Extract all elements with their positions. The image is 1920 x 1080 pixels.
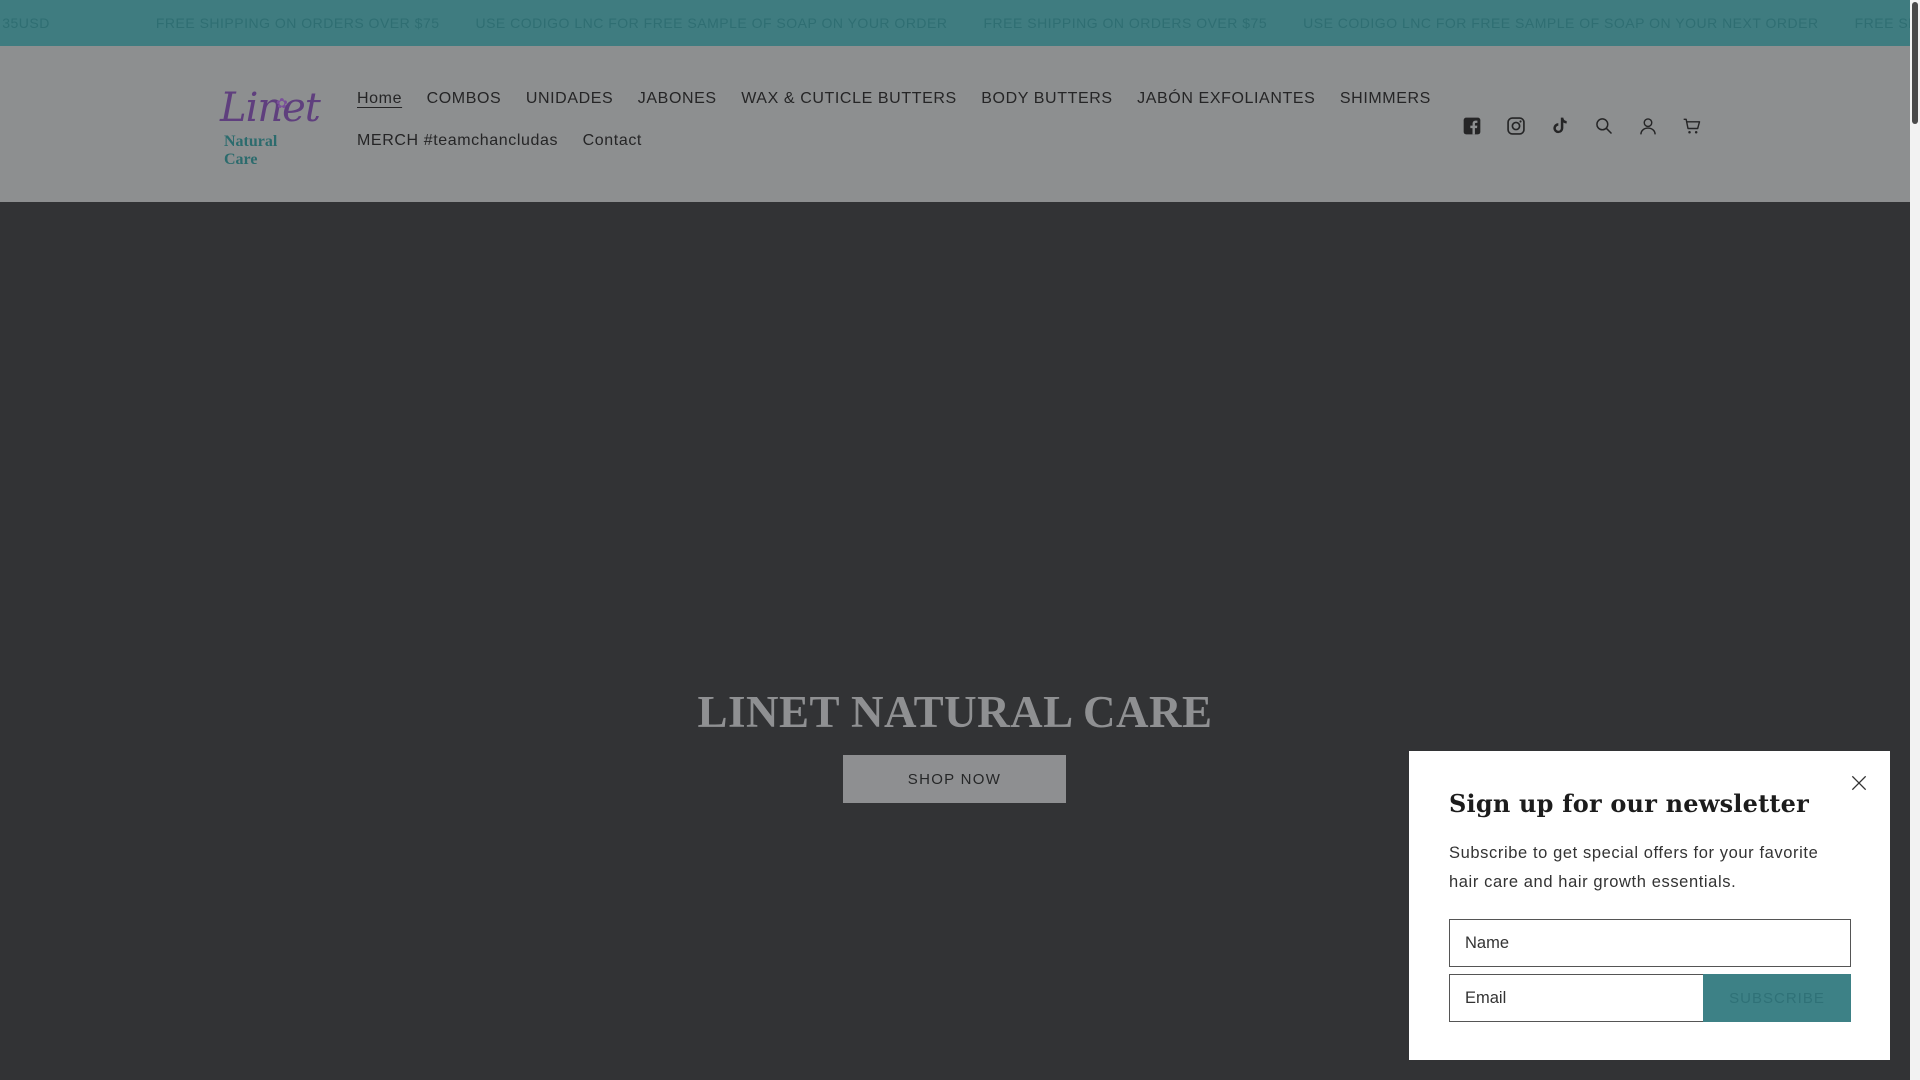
nav-jabon-exfoliantes[interactable]: JABÓN EXFOLIANTES (1137, 90, 1315, 108)
nav-row-1: Home COMBOS UNIDADES JABONES WAX & CUTIC… (357, 90, 1455, 108)
announcement-bar: S 35USD FREE SHIPPING ON ORDERS OVER $75… (0, 0, 1910, 46)
header-icons (1460, 114, 1724, 138)
nav-contact[interactable]: Contact (583, 132, 642, 150)
close-icon[interactable] (1847, 771, 1871, 795)
account-icon[interactable] (1636, 114, 1660, 138)
cart-icon[interactable] (1680, 114, 1704, 138)
nav-combos[interactable]: COMBOS (427, 90, 502, 108)
popup-title: Sign up for our newsletter (1449, 789, 1809, 818)
announcement-item: USE CODIGO LNC FOR FREE SAMPLE OF SOAP O… (1303, 15, 1819, 31)
site-header: Linet ✿ Natural Care Home COMBOS UNIDADE… (0, 46, 1910, 202)
logo-script: Linet (220, 85, 321, 131)
scrollbar-thumb[interactable] (1912, 2, 1918, 124)
email-input[interactable] (1465, 988, 1703, 1008)
nav-home[interactable]: Home (357, 90, 402, 108)
announcement-track: S 35USD FREE SHIPPING ON ORDERS OVER $75… (0, 0, 1910, 46)
hero-title: LINET NATURAL CARE (697, 687, 1213, 737)
nav-body-butters[interactable]: BODY BUTTERS (981, 90, 1112, 108)
nav-row-2: MERCH #teamchancludas Contact (357, 132, 666, 150)
shop-now-button[interactable]: SHOP NOW (843, 755, 1066, 803)
announcement-item: FREE SHIPPING ON ORDERS OVER $75 (1854, 15, 1910, 31)
subscribe-button[interactable]: SUBSCRIBE (1703, 974, 1851, 1022)
site-logo[interactable]: Linet ✿ Natural Care (212, 85, 321, 168)
announcement-item: S 35USD (0, 15, 50, 31)
tiktok-icon[interactable] (1548, 114, 1572, 138)
logo-subtitle: Natural Care (224, 133, 278, 168)
name-input[interactable] (1465, 933, 1850, 953)
announcement-item: FREE SHIPPING ON ORDERS OVER $75 (155, 15, 440, 31)
instagram-icon[interactable] (1504, 114, 1528, 138)
popup-description: Subscribe to get special offers for your… (1449, 844, 1819, 891)
name-field[interactable] (1449, 919, 1851, 967)
page-scrollbar[interactable] (1910, 0, 1920, 1080)
nav-jabones[interactable]: JABONES (638, 90, 717, 108)
nav-merch[interactable]: MERCH #teamchancludas (357, 132, 558, 150)
announcement-item: FREE SHIPPING ON ORDERS OVER $75 (983, 15, 1268, 31)
facebook-icon[interactable] (1460, 114, 1484, 138)
nav-shimmers[interactable]: SHIMMERS (1340, 90, 1431, 108)
nav-unidades[interactable]: UNIDADES (526, 90, 613, 108)
flower-icon: ✿ (276, 95, 288, 111)
newsletter-popup: Sign up for our newsletter Subscribe to … (1409, 751, 1890, 1060)
search-icon[interactable] (1592, 114, 1616, 138)
email-field[interactable] (1449, 974, 1704, 1022)
announcement-item: USE CODIGO LNC FOR FREE SAMPLE OF SOAP O… (475, 15, 948, 31)
nav-wax-cuticle-butters[interactable]: WAX & CUTICLE BUTTERS (741, 90, 957, 108)
